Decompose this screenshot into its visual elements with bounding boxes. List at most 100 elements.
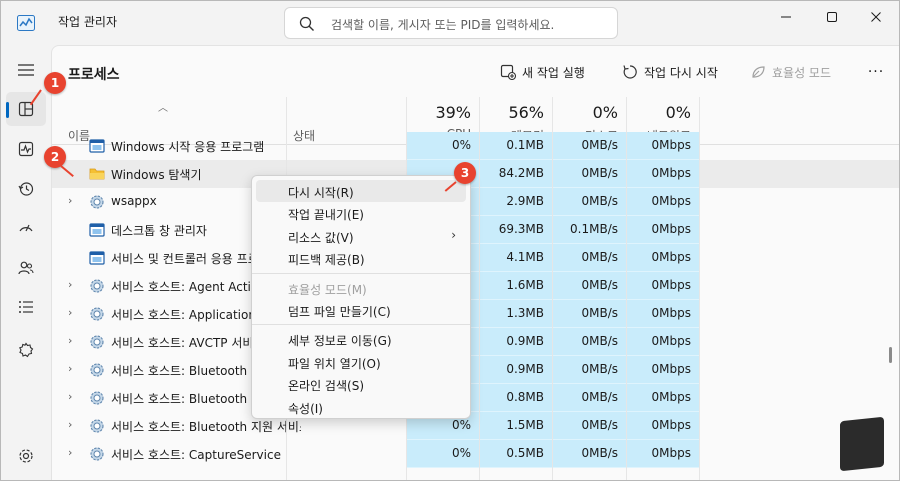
memory-value: 0.9MB bbox=[506, 334, 544, 348]
network-value: 0Mbps bbox=[651, 278, 691, 292]
expand-chevron-icon[interactable]: › bbox=[68, 306, 72, 319]
expand-chevron-icon[interactable]: › bbox=[68, 362, 72, 375]
minimize-button[interactable] bbox=[763, 1, 809, 33]
task-manager-app-icon bbox=[17, 15, 35, 31]
context-menu-item-label: 덤프 파일 만들기(C) bbox=[288, 305, 391, 319]
network-value: 0Mbps bbox=[651, 306, 691, 320]
gear-icon bbox=[90, 195, 104, 209]
more-options-button[interactable]: ··· bbox=[864, 60, 888, 84]
process-icon bbox=[89, 362, 105, 378]
sidebar-item-performance[interactable] bbox=[6, 132, 46, 166]
cpu-total: 39% bbox=[435, 103, 471, 122]
sidebar-item-users[interactable] bbox=[6, 251, 46, 285]
gear-icon bbox=[90, 391, 104, 405]
network-value: 0Mbps bbox=[651, 250, 691, 264]
process-row[interactable]: 데스크톱 창 관리자 69.3MB 0.1MB/s 0Mbps bbox=[52, 216, 899, 244]
process-icon bbox=[89, 194, 105, 210]
disk-cell: 0MB/s bbox=[553, 412, 626, 440]
process-icon bbox=[89, 446, 105, 462]
context-menu-item[interactable]: 속성(I) bbox=[256, 396, 466, 418]
network-value: 0Mbps bbox=[651, 194, 691, 208]
leaf-icon bbox=[752, 66, 765, 78]
network-value: 0Mbps bbox=[651, 362, 691, 376]
network-value: 0Mbps bbox=[651, 418, 691, 432]
expand-chevron-icon[interactable]: › bbox=[68, 418, 72, 431]
disk-value: 0MB/s bbox=[581, 138, 618, 152]
expand-chevron-icon[interactable]: › bbox=[68, 278, 72, 291]
process-row[interactable]: › 서비스 호스트: Bluetooth Support 0.8MB 0MB/s 0Mb… bbox=[52, 384, 899, 412]
sidebar-item-app-history[interactable] bbox=[6, 172, 46, 206]
context-menu-item[interactable]: 작업 끝내기(E) bbox=[256, 202, 466, 224]
scrollbar-thumb[interactable] bbox=[889, 347, 892, 363]
process-row[interactable]: ›서비스 호스트: Application Information1.3MB0M… bbox=[52, 300, 899, 328]
context-menu-item-label: 효율성 모드(M) bbox=[288, 282, 367, 297]
process-row[interactable]: › 서비스 호스트: AVCTP 서비스 0.9MB 0MB/s 0Mbps bbox=[52, 328, 899, 356]
disk-cell: 0MB/s bbox=[553, 328, 626, 356]
process-icon bbox=[89, 334, 105, 350]
process-row[interactable]: › 서비스 호스트: CaptureService 0% 0.5MB 0MB/s 0Mbp… bbox=[52, 440, 899, 468]
disk-cell: 0MB/s bbox=[553, 384, 626, 412]
process-row[interactable]: › wsappx 2.9MB 0MB/s 0Mbps bbox=[52, 188, 899, 216]
context-menu-item-label: 온라인 검색(S) bbox=[288, 379, 364, 394]
window-title: 작업 관리자 bbox=[58, 15, 118, 29]
restart-task-button[interactable]: 작업 다시 시작 bbox=[622, 61, 718, 83]
window-icon bbox=[89, 139, 105, 153]
context-menu-item-label: 피드백 제공(B) bbox=[288, 253, 365, 268]
cpu-cell: 0% bbox=[407, 132, 479, 160]
close-button[interactable] bbox=[853, 1, 899, 33]
sidebar-item-details[interactable] bbox=[6, 290, 46, 324]
memory-value: 1.5MB bbox=[506, 418, 544, 432]
context-menu-item[interactable]: 다시 시작(R) bbox=[256, 180, 466, 202]
context-menu-item[interactable]: 세부 정보로 이동(G) bbox=[256, 328, 466, 350]
network-cell: 0Mbps bbox=[627, 188, 699, 216]
disk-value: 0MB/s bbox=[581, 418, 618, 432]
expand-chevron-icon[interactable]: › bbox=[68, 194, 72, 207]
process-icon bbox=[89, 418, 105, 434]
sidebar-menu-toggle[interactable] bbox=[6, 53, 46, 87]
watermark-logo bbox=[840, 416, 884, 472]
annotation-badge-1: 1 bbox=[44, 72, 66, 94]
memory-cell: 4.1MB bbox=[480, 244, 552, 272]
network-cell: 0Mbps bbox=[627, 440, 699, 468]
run-new-task-button[interactable]: 새 작업 실행 bbox=[500, 61, 585, 83]
expand-chevron-icon[interactable]: › bbox=[68, 446, 72, 459]
expand-chevron-icon[interactable]: › bbox=[68, 334, 72, 347]
maximize-button[interactable] bbox=[809, 1, 855, 33]
memory-cell: 2.9MB bbox=[480, 188, 552, 216]
memory-value: 0.1MB bbox=[506, 138, 544, 152]
active-indicator bbox=[6, 102, 9, 118]
search-placeholder[interactable]: 검색할 이름, 게시자 또는 PID를 입력하세요. bbox=[331, 16, 554, 33]
sidebar-item-services[interactable] bbox=[6, 333, 46, 367]
sidebar-item-processes[interactable] bbox=[6, 92, 46, 126]
context-menu-item[interactable]: 온라인 검색(S) bbox=[256, 373, 466, 395]
gear-icon bbox=[90, 335, 104, 349]
gear-icon bbox=[90, 307, 104, 321]
close-icon bbox=[871, 12, 881, 22]
expand-chevron-icon[interactable]: › bbox=[68, 390, 72, 403]
window-icon bbox=[89, 223, 105, 237]
context-menu-item[interactable]: 피드백 제공(B) bbox=[256, 247, 466, 269]
process-row[interactable]: ›서비스 호스트: Agent Activation Runtime1.6MB0… bbox=[52, 272, 899, 300]
process-row[interactable]: ›서비스 호스트: Bluetooth Audio Gateway0.9MB0M… bbox=[52, 356, 899, 384]
sidebar-item-settings[interactable] bbox=[6, 439, 46, 473]
process-row[interactable]: Windows 탐색기 84.2MB 0MB/s 0Mbps bbox=[52, 160, 899, 188]
efficiency-mode-button[interactable]: 효율성 모드 bbox=[750, 61, 831, 83]
gear-icon bbox=[90, 279, 104, 293]
search-box[interactable]: 검색할 이름, 게시자 또는 PID를 입력하세요. bbox=[284, 7, 618, 39]
menu-separator bbox=[252, 272, 470, 274]
restart-task-label: 작업 다시 시작 bbox=[644, 65, 718, 80]
process-row[interactable]: › 서비스 호스트: Bluetooth 지원 서비스 0% 1.5MB 0MB/s 0M… bbox=[52, 412, 899, 440]
context-menu-item-label: 파일 위치 열기(O) bbox=[288, 356, 381, 371]
process-row[interactable]: Windows 시작 응용 프로그램 0% 0.1MB 0MB/s 0Mbps bbox=[52, 132, 899, 160]
context-menu-item[interactable]: 덤프 파일 만들기(C) bbox=[256, 299, 466, 321]
page-title: 프로세스 bbox=[68, 67, 120, 83]
context-menu-item-label: 다시 시작(R) bbox=[288, 186, 354, 200]
hamburger-menu-icon bbox=[18, 64, 34, 76]
disk-cell: 0.1MB/s bbox=[553, 216, 626, 244]
window-icon bbox=[89, 251, 105, 265]
context-menu-item[interactable]: 파일 위치 열기(O) bbox=[256, 351, 466, 373]
process-icon bbox=[89, 138, 105, 154]
sidebar-item-startup-apps[interactable] bbox=[6, 211, 46, 245]
process-row[interactable]: 서비스 및 컨트롤러 응용 프로그램 4.1MB 0MB/s 0Mbps bbox=[52, 244, 899, 272]
context-menu-item[interactable]: 리소스 값(V) › bbox=[256, 225, 466, 247]
